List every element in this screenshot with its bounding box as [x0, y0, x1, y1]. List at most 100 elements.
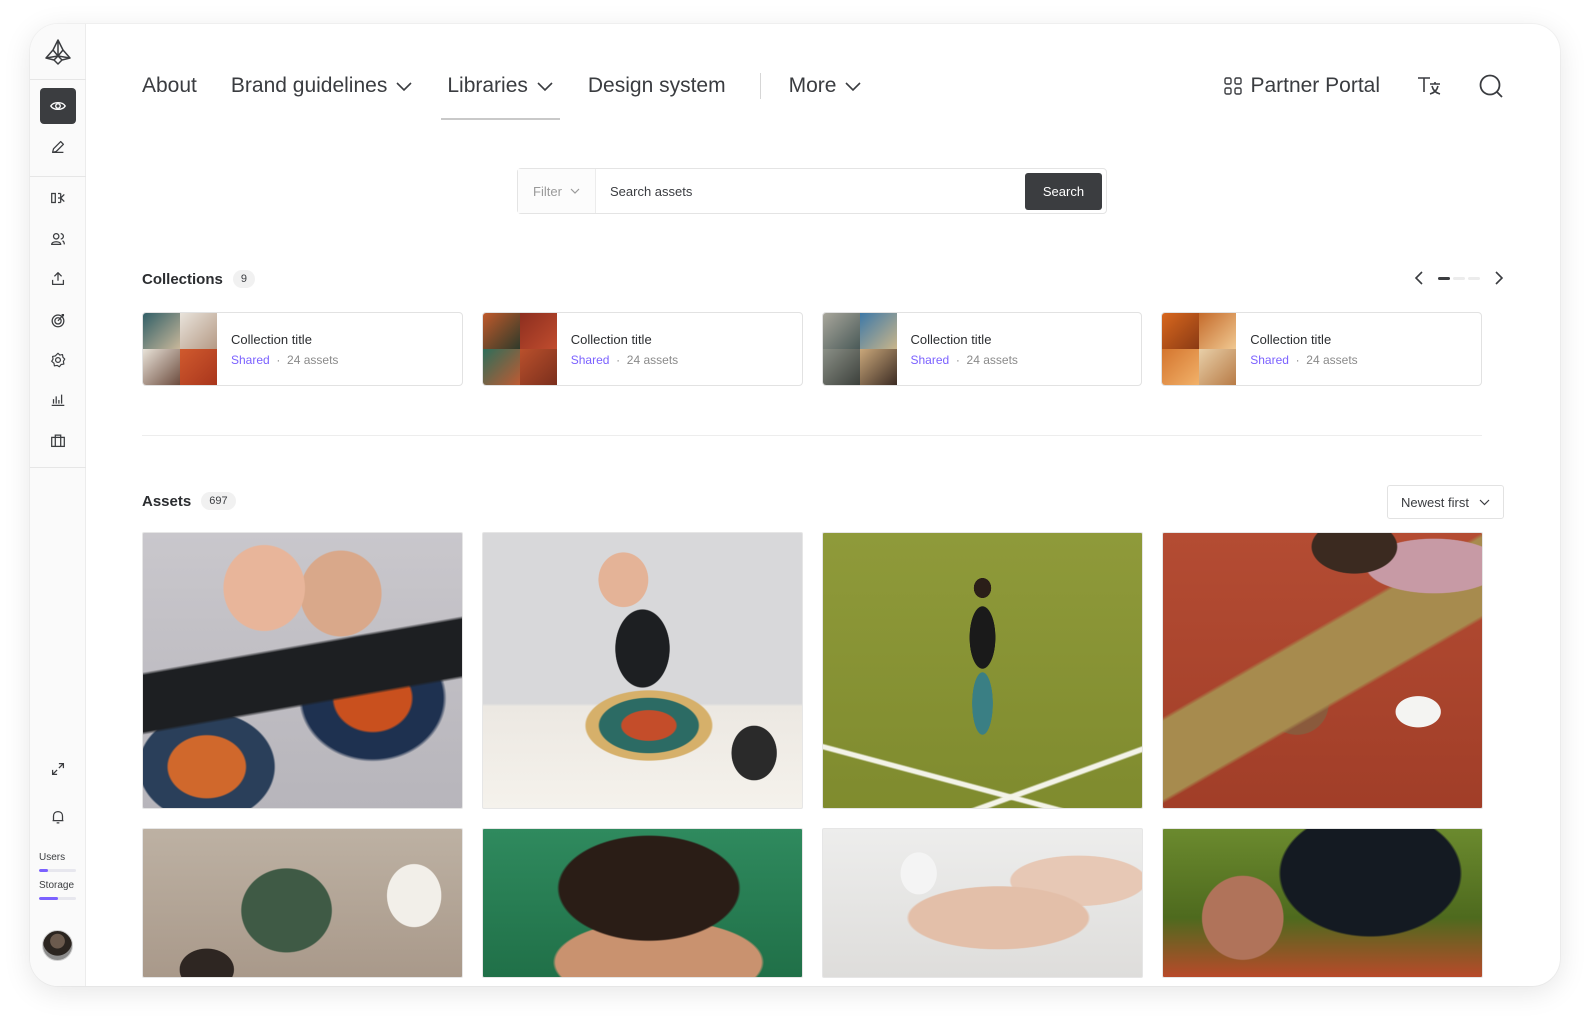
collections-title: Collections: [142, 270, 223, 288]
collection-meta-separator: ·: [276, 352, 281, 367]
collections-count-badge: 9: [232, 270, 255, 288]
collection-title: Collection title: [910, 331, 992, 347]
collection-card[interactable]: Collection title Shared · 24 assets: [142, 312, 463, 386]
users-icon: [51, 232, 65, 246]
notifications-button[interactable]: [40, 799, 76, 835]
target-icon: [51, 313, 65, 328]
carousel-dot[interactable]: [1453, 276, 1465, 280]
assets-count-badge: 697: [201, 492, 236, 510]
search-input[interactable]: [596, 169, 1025, 213]
storage-usage-fill: [39, 897, 58, 900]
pencil-icon: [51, 140, 65, 154]
collections-list: Collection title Shared · 24 assets Coll…: [142, 312, 1482, 386]
sidebar-item-briefcase[interactable]: [40, 423, 76, 459]
sidebar-item-edit[interactable]: [40, 129, 76, 165]
asset-thumbnail[interactable]: [142, 828, 463, 978]
storage-usage-label: Storage: [39, 880, 75, 891]
sort-label: Newest first: [1401, 494, 1469, 510]
filter-dropdown[interactable]: Filter: [518, 169, 596, 213]
asset-thumbnail[interactable]: [1162, 828, 1483, 978]
nav-item-label: Libraries: [447, 74, 528, 97]
collection-card[interactable]: Collection title Shared · 24 assets: [821, 312, 1143, 386]
sidebar-divider: [30, 79, 86, 80]
collection-thumbnail: [1162, 313, 1237, 385]
settings-icon: [51, 352, 66, 368]
collection-shared-status: Shared: [231, 352, 270, 367]
users-usage-label: Users: [39, 852, 66, 863]
collection-shared-status: Shared: [910, 352, 950, 367]
assets-header: Assets 697: [142, 492, 236, 510]
asset-thumbnail[interactable]: [142, 532, 463, 809]
collection-asset-count: 24 assets: [287, 352, 339, 367]
collections-carousel-controls: [1414, 270, 1504, 286]
carousel-next-button[interactable]: [1494, 270, 1504, 286]
sort-dropdown[interactable]: Newest first: [1387, 485, 1504, 519]
asset-thumbnail[interactable]: [822, 532, 1143, 809]
collection-meta-separator: ·: [955, 352, 960, 367]
carousel-prev-button[interactable]: [1414, 270, 1424, 286]
top-nav: About Brand guidelines Libraries Design …: [142, 66, 896, 120]
sidebar-item-view[interactable]: [40, 88, 76, 124]
collection-asset-count: 24 assets: [626, 352, 679, 367]
user-avatar[interactable]: [42, 930, 73, 961]
nav-item-label: More: [788, 74, 837, 97]
collection-meta-separator: ·: [1295, 352, 1300, 367]
asset-thumbnail[interactable]: [1162, 532, 1483, 809]
asset-thumbnail[interactable]: [482, 532, 803, 809]
search-button[interactable]: [1478, 73, 1504, 99]
collections-header: Collections 9: [142, 270, 255, 288]
content-icon: [51, 192, 65, 204]
collection-thumbnail: [822, 313, 897, 385]
nav-item-label: About: [142, 74, 197, 97]
asset-search-bar: Filter Search: [517, 168, 1107, 214]
carousel-dot[interactable]: [1438, 276, 1450, 280]
nav-item-more[interactable]: More: [789, 66, 863, 106]
chevron-down-icon: [845, 82, 862, 92]
nav-item-brand-guidelines[interactable]: Brand guidelines: [231, 66, 413, 106]
collection-asset-count: 24 assets: [966, 352, 1018, 367]
search-submit-button[interactable]: Search: [1025, 172, 1102, 210]
partner-portal-link[interactable]: Partner Portal: [1224, 74, 1380, 98]
section-divider: [142, 435, 1482, 436]
collection-meta-separator: ·: [616, 352, 621, 367]
partner-portal-label: Partner Portal: [1250, 74, 1380, 97]
collection-card[interactable]: Collection title Shared · 24 assets: [1161, 312, 1482, 386]
sidebar-item-content[interactable]: [40, 180, 76, 216]
chevron-down-icon: [1479, 499, 1490, 505]
carousel-pagination: [1438, 276, 1480, 280]
asset-thumbnail[interactable]: [822, 828, 1143, 978]
collection-title: Collection title: [570, 331, 652, 347]
chevron-down-icon: [537, 82, 553, 92]
sidebar-item-settings[interactable]: [40, 342, 76, 378]
asset-thumbnail[interactable]: [482, 828, 803, 978]
collection-shared-status: Shared: [570, 352, 610, 367]
users-usage-bar: [39, 869, 76, 872]
collection-thumbnail: [143, 313, 217, 385]
chevron-left-icon: [1414, 271, 1423, 285]
collection-card[interactable]: Collection title Shared · 24 assets: [481, 312, 803, 386]
search-icon: [1479, 74, 1503, 98]
sidebar-item-analytics[interactable]: [40, 382, 76, 418]
app-window: Users Storage About Brand guidelines Lib…: [30, 24, 1560, 986]
nav-item-label: Brand guidelines: [230, 74, 388, 97]
bell-icon: [52, 810, 64, 824]
nav-item-about[interactable]: About: [142, 66, 197, 106]
brand-logo-icon[interactable]: [42, 36, 74, 68]
nav-item-libraries[interactable]: Libraries: [441, 66, 560, 120]
analytics-icon: [51, 394, 65, 407]
sidebar-item-users[interactable]: [40, 221, 76, 257]
nav-item-design-system[interactable]: Design system: [588, 66, 726, 106]
eye-icon: [50, 101, 66, 111]
carousel-dot[interactable]: [1468, 276, 1480, 280]
translate-button[interactable]: [1416, 74, 1442, 98]
nav-separator: [759, 73, 761, 99]
collection-asset-count: 24 assets: [1306, 352, 1358, 367]
expand-button[interactable]: [40, 751, 76, 787]
sidebar-item-targets[interactable]: [40, 302, 76, 338]
collection-thumbnail: [482, 313, 557, 385]
asset-grid: [142, 532, 1483, 978]
top-nav-actions: Partner Portal: [1224, 66, 1504, 106]
sidebar-item-upload[interactable]: [40, 261, 76, 297]
sidebar: Users Storage: [30, 24, 86, 986]
assets-title: Assets: [142, 492, 192, 510]
